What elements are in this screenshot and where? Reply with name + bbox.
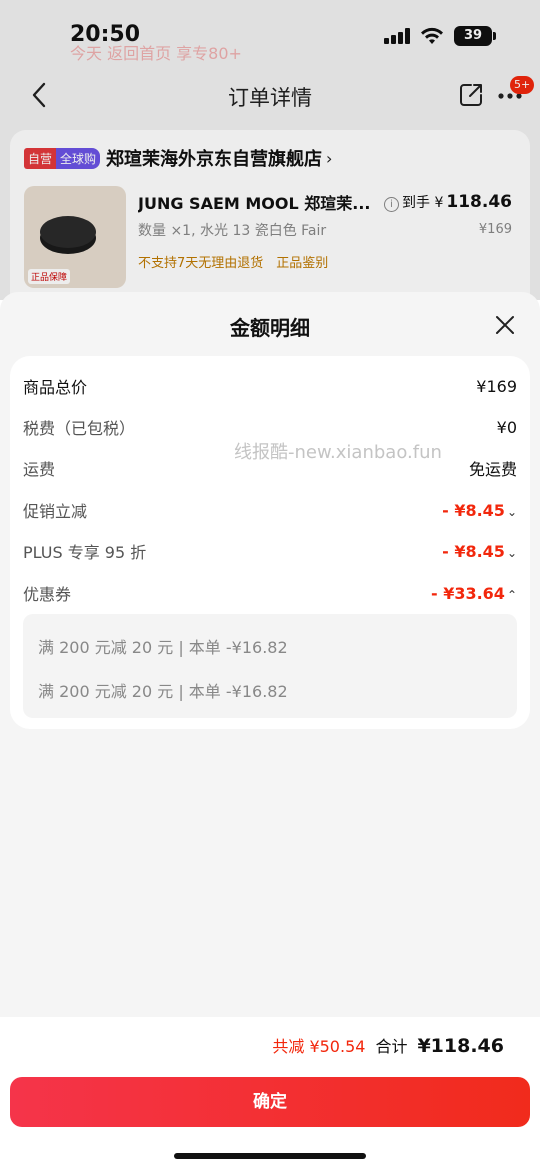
amount-detail-card: 商品总价 ¥169 税费（已包税） ¥0 运费 免运费 促销立减 - ¥8.45… bbox=[10, 356, 530, 729]
row-value: ¥0 bbox=[496, 417, 517, 437]
row-plus-discount[interactable]: PLUS 专享 95 折 - ¥8.45 ⌄ bbox=[23, 539, 517, 563]
total-saved: 共减 ¥50.54 bbox=[272, 1037, 366, 1056]
chevron-up-icon: ⌃ bbox=[506, 587, 517, 602]
row-total-goods: 商品总价 ¥169 bbox=[23, 374, 517, 398]
summary-bar: 共减 ¥50.54 合计 ¥118.46 bbox=[0, 1017, 540, 1073]
summary-totals: 共减 ¥50.54 合计 ¥118.46 bbox=[272, 1033, 504, 1057]
total-amount: ¥118.46 bbox=[417, 1035, 504, 1057]
row-label: 运费 bbox=[23, 460, 56, 479]
coupon-item: 满 200 元减 20 元 | 本单 -¥16.82 bbox=[38, 682, 288, 701]
close-icon[interactable] bbox=[494, 314, 516, 336]
home-indicator bbox=[174, 1153, 366, 1159]
confirm-area: 确定 bbox=[0, 1073, 540, 1170]
row-value: 免运费 bbox=[468, 460, 517, 479]
row-coupon[interactable]: 优惠券 - ¥33.64 ⌃ bbox=[23, 581, 517, 605]
row-label: 优惠券 bbox=[23, 585, 72, 604]
row-label: 税费（已包税） bbox=[23, 419, 136, 438]
coupon-detail-box: 满 200 元减 20 元 | 本单 -¥16.82 满 200 元减 20 元… bbox=[23, 614, 517, 718]
confirm-button[interactable]: 确定 bbox=[10, 1077, 530, 1127]
chevron-down-icon: ⌄ bbox=[506, 545, 517, 560]
watermark: 线报酷-new.xianbao.fun bbox=[234, 442, 442, 463]
row-value: - ¥33.64 bbox=[430, 583, 505, 603]
row-label: 促销立减 bbox=[23, 502, 88, 521]
row-value: - ¥8.45 bbox=[442, 500, 505, 520]
row-label: 商品总价 bbox=[23, 378, 88, 397]
total-label: 合计 bbox=[375, 1037, 408, 1056]
row-value: - ¥8.45 bbox=[442, 541, 505, 561]
status-ghost-text: 今天 返回首页 享专80+ bbox=[70, 44, 242, 63]
row-tax: 税费（已包税） ¥0 bbox=[23, 415, 517, 439]
row-promotion[interactable]: 促销立减 - ¥8.45 ⌄ bbox=[23, 498, 517, 522]
coupon-item: 满 200 元减 20 元 | 本单 -¥16.82 bbox=[38, 638, 288, 657]
row-value: ¥169 bbox=[476, 376, 517, 396]
row-label: PLUS 专享 95 折 bbox=[23, 543, 147, 562]
chevron-down-icon: ⌄ bbox=[506, 504, 517, 519]
sheet-title: 金额明细 bbox=[230, 316, 310, 340]
